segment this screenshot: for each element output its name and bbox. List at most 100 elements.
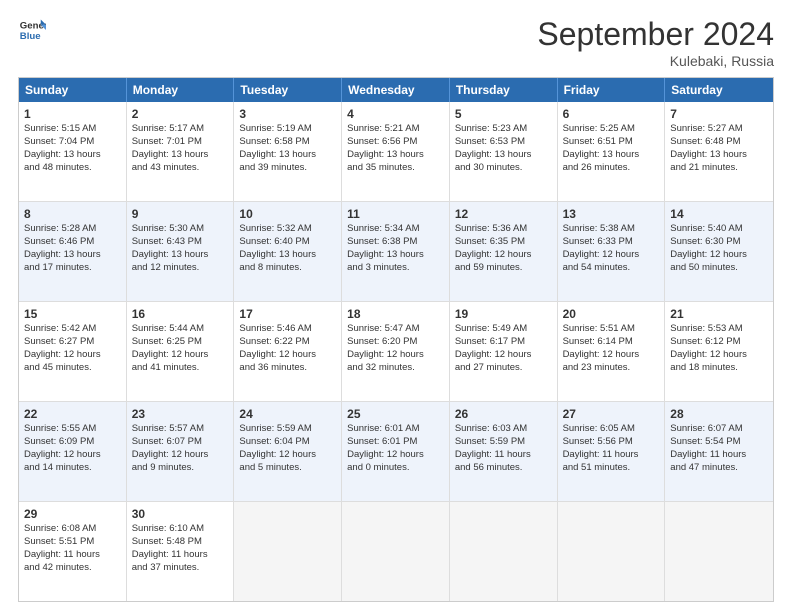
header-cell-sunday: Sunday — [19, 78, 127, 102]
day-info: Daylight: 13 hours — [563, 149, 660, 162]
day-info: and 23 minutes. — [563, 362, 660, 375]
day-number: 1 — [24, 106, 121, 122]
calendar-cell: 21Sunrise: 5:53 AMSunset: 6:12 PMDayligh… — [665, 302, 773, 401]
day-number: 28 — [670, 406, 768, 422]
day-info: Sunrise: 5:15 AM — [24, 123, 121, 136]
day-info: and 12 minutes. — [132, 262, 229, 275]
day-info: Sunrise: 5:44 AM — [132, 323, 229, 336]
day-info: Sunrise: 6:08 AM — [24, 523, 121, 536]
calendar-row-0: 1Sunrise: 5:15 AMSunset: 7:04 PMDaylight… — [19, 102, 773, 202]
day-info: Sunset: 6:48 PM — [670, 136, 768, 149]
day-info: and 32 minutes. — [347, 362, 444, 375]
day-info: Sunrise: 5:53 AM — [670, 323, 768, 336]
day-info: Sunset: 5:56 PM — [563, 436, 660, 449]
day-info: Sunrise: 5:27 AM — [670, 123, 768, 136]
day-info: and 56 minutes. — [455, 462, 552, 475]
calendar-cell: 6Sunrise: 5:25 AMSunset: 6:51 PMDaylight… — [558, 102, 666, 201]
calendar-cell: 2Sunrise: 5:17 AMSunset: 7:01 PMDaylight… — [127, 102, 235, 201]
header-cell-wednesday: Wednesday — [342, 78, 450, 102]
day-info: Sunrise: 5:32 AM — [239, 223, 336, 236]
day-number: 17 — [239, 306, 336, 322]
calendar-cell: 1Sunrise: 5:15 AMSunset: 7:04 PMDaylight… — [19, 102, 127, 201]
day-number: 18 — [347, 306, 444, 322]
day-info: and 45 minutes. — [24, 362, 121, 375]
day-info: Sunset: 6:58 PM — [239, 136, 336, 149]
calendar-cell: 10Sunrise: 5:32 AMSunset: 6:40 PMDayligh… — [234, 202, 342, 301]
day-info: and 42 minutes. — [24, 562, 121, 575]
logo: General Blue — [18, 16, 46, 44]
day-info: Daylight: 12 hours — [455, 249, 552, 262]
calendar-cell: 22Sunrise: 5:55 AMSunset: 6:09 PMDayligh… — [19, 402, 127, 501]
day-info: Daylight: 12 hours — [132, 449, 229, 462]
calendar-cell: 28Sunrise: 6:07 AMSunset: 5:54 PMDayligh… — [665, 402, 773, 501]
day-number: 16 — [132, 306, 229, 322]
day-info: Daylight: 12 hours — [670, 349, 768, 362]
calendar-cell: 30Sunrise: 6:10 AMSunset: 5:48 PMDayligh… — [127, 502, 235, 601]
calendar-cell: 23Sunrise: 5:57 AMSunset: 6:07 PMDayligh… — [127, 402, 235, 501]
day-number: 27 — [563, 406, 660, 422]
day-number: 9 — [132, 206, 229, 222]
day-info: Sunset: 5:48 PM — [132, 536, 229, 549]
day-info: Sunrise: 5:19 AM — [239, 123, 336, 136]
day-info: Sunset: 6:04 PM — [239, 436, 336, 449]
day-info: and 41 minutes. — [132, 362, 229, 375]
day-info: Sunset: 6:40 PM — [239, 236, 336, 249]
day-number: 30 — [132, 506, 229, 522]
day-info: and 21 minutes. — [670, 162, 768, 175]
day-info: Sunrise: 5:38 AM — [563, 223, 660, 236]
day-number: 11 — [347, 206, 444, 222]
day-info: and 47 minutes. — [670, 462, 768, 475]
day-info: Daylight: 12 hours — [670, 249, 768, 262]
day-info: and 30 minutes. — [455, 162, 552, 175]
calendar-cell: 3Sunrise: 5:19 AMSunset: 6:58 PMDaylight… — [234, 102, 342, 201]
calendar-header: SundayMondayTuesdayWednesdayThursdayFrid… — [19, 78, 773, 102]
day-info: Sunrise: 5:57 AM — [132, 423, 229, 436]
day-info: and 59 minutes. — [455, 262, 552, 275]
day-info: and 3 minutes. — [347, 262, 444, 275]
day-info: Sunrise: 5:17 AM — [132, 123, 229, 136]
day-info: Daylight: 13 hours — [455, 149, 552, 162]
day-info: Sunset: 6:35 PM — [455, 236, 552, 249]
day-info: Daylight: 13 hours — [239, 149, 336, 162]
top-bar: General Blue September 2024 Kulebaki, Ru… — [18, 16, 774, 69]
day-info: Sunrise: 5:28 AM — [24, 223, 121, 236]
day-number: 25 — [347, 406, 444, 422]
calendar-cell: 25Sunrise: 6:01 AMSunset: 6:01 PMDayligh… — [342, 402, 450, 501]
day-info: and 39 minutes. — [239, 162, 336, 175]
day-number: 10 — [239, 206, 336, 222]
day-info: and 9 minutes. — [132, 462, 229, 475]
day-info: Sunset: 6:09 PM — [24, 436, 121, 449]
day-info: Sunrise: 5:59 AM — [239, 423, 336, 436]
day-info: Daylight: 13 hours — [24, 249, 121, 262]
page: General Blue September 2024 Kulebaki, Ru… — [0, 0, 792, 612]
calendar-cell: 5Sunrise: 5:23 AMSunset: 6:53 PMDaylight… — [450, 102, 558, 201]
month-title: September 2024 — [537, 16, 774, 53]
day-info: and 54 minutes. — [563, 262, 660, 275]
day-info: and 26 minutes. — [563, 162, 660, 175]
day-info: and 51 minutes. — [563, 462, 660, 475]
day-info: Daylight: 12 hours — [347, 449, 444, 462]
calendar-body: 1Sunrise: 5:15 AMSunset: 7:04 PMDaylight… — [19, 102, 773, 601]
day-info: Sunset: 7:04 PM — [24, 136, 121, 149]
logo-icon: General Blue — [18, 16, 46, 44]
day-info: Sunrise: 5:42 AM — [24, 323, 121, 336]
calendar-cell: 7Sunrise: 5:27 AMSunset: 6:48 PMDaylight… — [665, 102, 773, 201]
day-info: and 35 minutes. — [347, 162, 444, 175]
calendar-cell: 12Sunrise: 5:36 AMSunset: 6:35 PMDayligh… — [450, 202, 558, 301]
calendar-cell — [450, 502, 558, 601]
day-number: 22 — [24, 406, 121, 422]
day-number: 5 — [455, 106, 552, 122]
day-number: 24 — [239, 406, 336, 422]
day-info: Daylight: 12 hours — [563, 349, 660, 362]
day-info: Sunset: 5:59 PM — [455, 436, 552, 449]
calendar-cell — [342, 502, 450, 601]
day-info: Sunrise: 5:49 AM — [455, 323, 552, 336]
day-info: Daylight: 12 hours — [563, 249, 660, 262]
day-info: Daylight: 12 hours — [347, 349, 444, 362]
day-info: Sunset: 6:12 PM — [670, 336, 768, 349]
day-info: Sunrise: 5:21 AM — [347, 123, 444, 136]
day-info: Daylight: 13 hours — [24, 149, 121, 162]
day-info: and 48 minutes. — [24, 162, 121, 175]
day-info: Sunrise: 5:30 AM — [132, 223, 229, 236]
header-cell-saturday: Saturday — [665, 78, 773, 102]
